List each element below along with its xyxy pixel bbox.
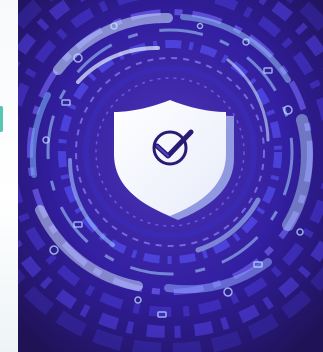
illustration-svg <box>18 0 323 352</box>
left-accent-mark <box>0 106 3 132</box>
page <box>0 0 323 352</box>
left-margin <box>0 0 18 352</box>
cybersecurity-illustration <box>18 0 323 352</box>
